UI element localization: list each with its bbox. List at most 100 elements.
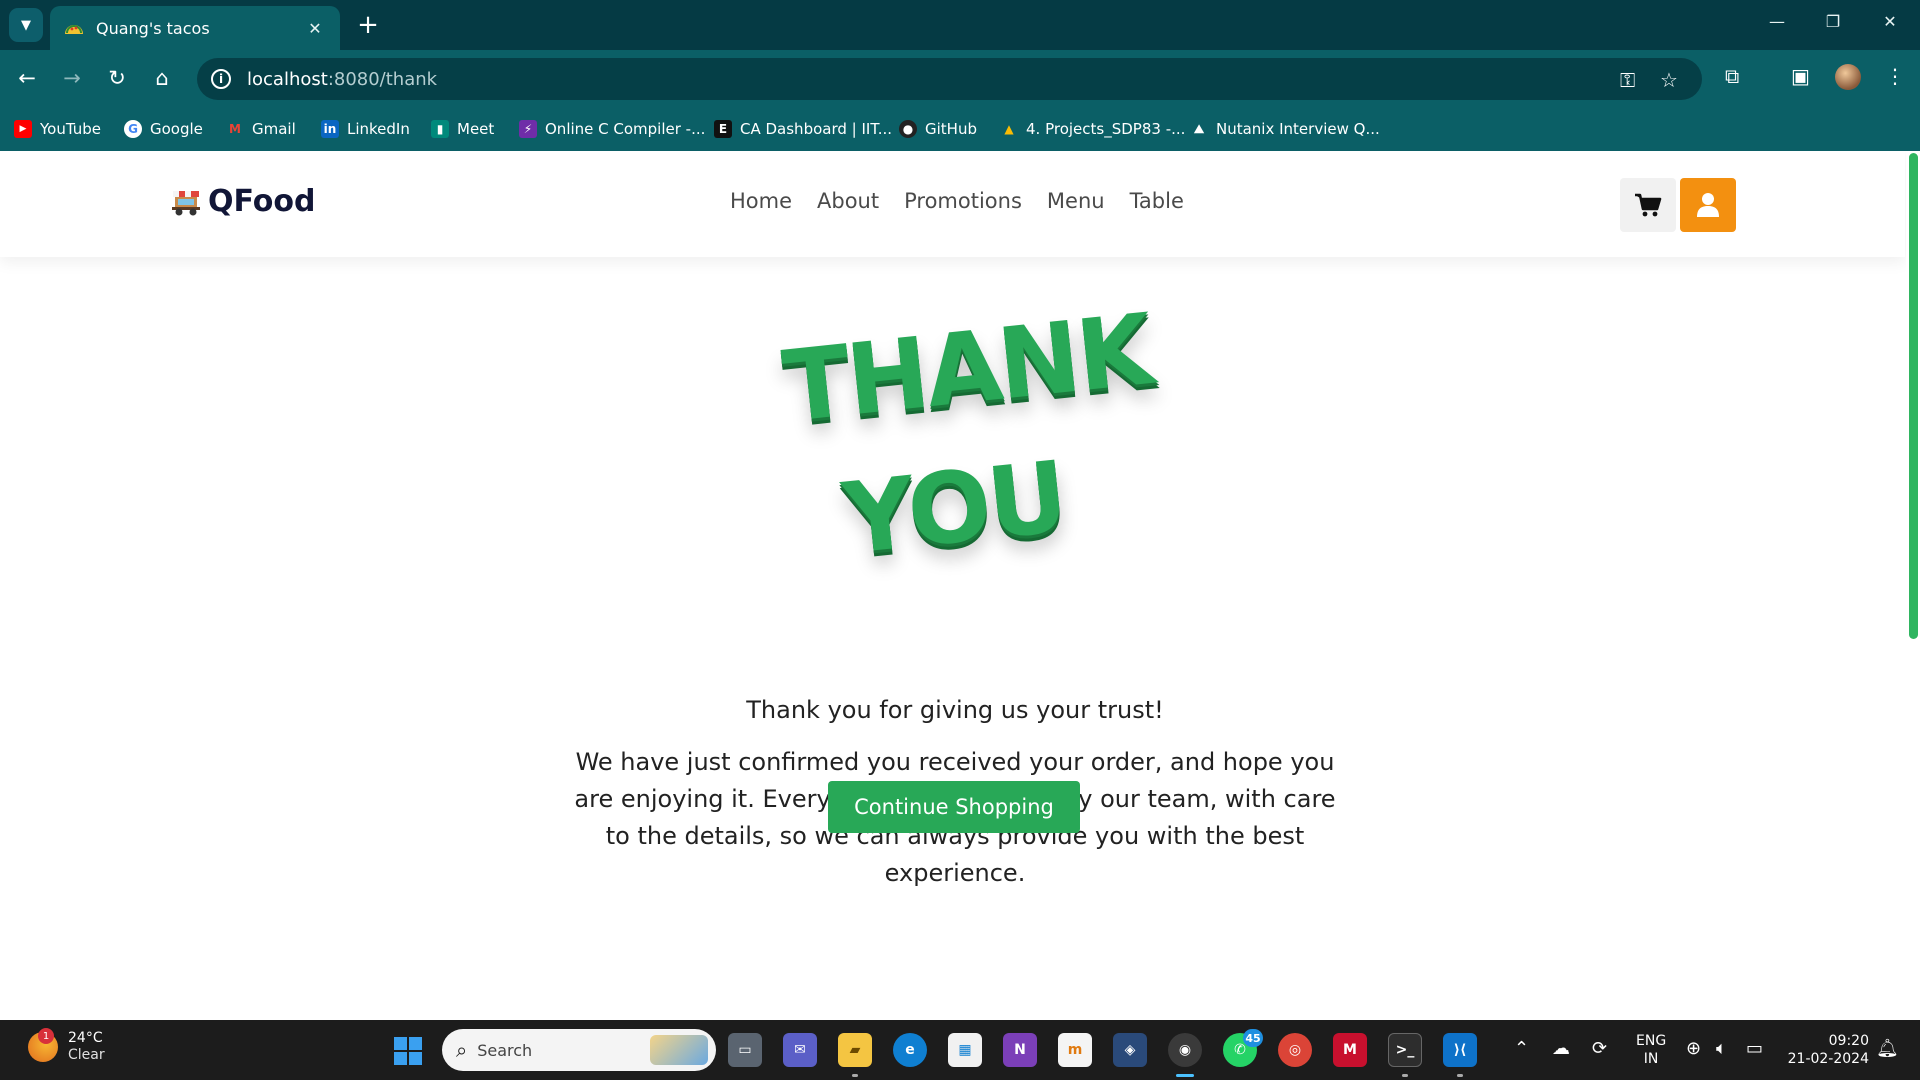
account-button[interactable] [1680, 178, 1736, 232]
whatsapp-icon[interactable]: ✆ 45 [1223, 1029, 1263, 1067]
teams-chat-icon[interactable]: ✉ [783, 1033, 817, 1067]
taskbar-search[interactable]: ⌕ Search [442, 1029, 716, 1071]
nav-promotions[interactable]: Promotions [904, 189, 1022, 213]
password-key-icon[interactable]: ⚿ [1620, 68, 1635, 92]
main-nav: Home About Promotions Menu Table [730, 189, 1184, 213]
sync-icon[interactable]: ⟳ [1592, 1038, 1607, 1059]
site-navbar: QFood Home About Promotions Menu Table [0, 151, 1905, 257]
bookmark-label: 4. Projects_SDP83 -... [1026, 120, 1186, 138]
dashboard-icon: E [714, 120, 732, 138]
bookmark-google[interactable]: G Google [124, 116, 203, 142]
nav-about[interactable]: About [817, 189, 879, 213]
side-panel-icon[interactable]: ▣ [1791, 64, 1810, 88]
task-view-icon[interactable]: ▭ [728, 1033, 762, 1067]
gmail-icon: M [229, 122, 241, 136]
profile-avatar[interactable] [1835, 64, 1861, 90]
drive-icon: ▲ [1004, 122, 1014, 136]
bookmark-label: YouTube [40, 120, 101, 138]
start-windows-icon[interactable] [394, 1037, 422, 1065]
home-icon[interactable]: ⌂ [147, 63, 177, 93]
volume-icon[interactable]: 🔈︎ [1716, 1038, 1727, 1059]
bookmark-gmail[interactable]: M Gmail [226, 116, 296, 142]
bookmark-projects-drive[interactable]: ▲ 4. Projects_SDP83 -... [1000, 116, 1185, 142]
onedrive-icon[interactable]: ☁ [1552, 1038, 1570, 1059]
user-icon [1697, 193, 1719, 217]
forward-arrow-icon[interactable]: → [57, 63, 87, 93]
thank-you-word-thank: THANK [778, 293, 1156, 445]
linkedin-icon: in [321, 120, 339, 138]
moodle-icon[interactable]: m [1058, 1033, 1092, 1067]
bookmark-label: Meet [457, 120, 495, 138]
nav-menu[interactable]: Menu [1047, 189, 1105, 213]
bookmark-youtube[interactable]: ▶ YouTube [14, 116, 101, 142]
language-indicator[interactable]: ENG IN [1636, 1032, 1666, 1068]
chevron-up-icon[interactable]: ⌃ [1514, 1038, 1529, 1059]
browser-tabstrip: ▼ Quang's tacos ✕ + — ❐ ✕ [0, 0, 1920, 50]
bookmark-meet[interactable]: ▮ Meet [431, 116, 494, 142]
scrollbar-thumb[interactable] [1909, 153, 1918, 639]
terminal-icon[interactable]: >_ [1388, 1033, 1422, 1067]
notification-bell-icon[interactable]: 🔔︎ [1876, 1038, 1899, 1059]
bookmark-star-icon[interactable]: ☆ [1660, 68, 1678, 92]
brand-logo[interactable]: QFood [170, 184, 315, 219]
bookmark-label: Google [150, 120, 203, 138]
close-window-icon[interactable]: ✕ [1875, 12, 1905, 31]
bookmark-label: LinkedIn [347, 120, 410, 138]
extensions-icon[interactable]: ⧉ [1725, 64, 1739, 88]
edge-browser-icon[interactable]: e [893, 1033, 927, 1067]
close-tab-icon[interactable]: ✕ [304, 19, 326, 38]
clock-date: 21-02-2024 [1787, 1051, 1869, 1067]
thank-you-word-you: YOU [838, 440, 1071, 577]
onenote-icon[interactable]: N [1003, 1033, 1037, 1067]
bookmark-github[interactable]: ● GitHub [899, 116, 977, 142]
bookmark-nutanix[interactable]: ⛰ Nutanix Interview Q... [1190, 116, 1380, 142]
google-icon: G [124, 120, 142, 138]
cart-button[interactable] [1620, 178, 1676, 232]
weather-widget[interactable]: 1 24°C Clear [28, 1028, 105, 1064]
menu-kebab-icon[interactable]: ⋮ [1885, 64, 1905, 88]
meet-icon: ▮ [431, 120, 449, 138]
region-code: IN [1643, 1051, 1659, 1067]
github-icon: ● [899, 120, 917, 138]
tab-search-button[interactable]: ▼ [9, 8, 43, 42]
bookmark-label: Nutanix Interview Q... [1216, 120, 1380, 138]
tab-title: Quang's tacos [96, 18, 210, 38]
site-info-icon[interactable]: i [211, 69, 231, 89]
vscode-icon[interactable]: ⟩⟨ [1443, 1033, 1477, 1067]
system-clock[interactable]: 09:20 21-02-2024 [1785, 1032, 1869, 1068]
page-viewport: QFood Home About Promotions Menu Table T… [0, 151, 1920, 1020]
bookmark-ca-dashboard[interactable]: E CA Dashboard | IIT... [714, 116, 892, 142]
bookmark-online-c-compiler[interactable]: ⚡ Online C Compiler -... [519, 116, 705, 142]
weather-condition: Clear [68, 1047, 105, 1063]
restore-icon[interactable]: ❐ [1818, 12, 1848, 31]
compiler-icon: ⚡ [519, 120, 537, 138]
nav-home[interactable]: Home [730, 189, 792, 213]
mcafee-icon[interactable]: M [1333, 1033, 1367, 1067]
nav-table[interactable]: Table [1130, 189, 1184, 213]
network-globe-icon[interactable]: ⊕ [1686, 1038, 1701, 1059]
chrome-profile-icon[interactable]: ◉ [1168, 1033, 1202, 1067]
reload-icon[interactable]: ↻ [102, 63, 132, 93]
browser-tab[interactable]: Quang's tacos ✕ [50, 6, 340, 50]
battery-icon[interactable]: ▭ [1746, 1038, 1763, 1059]
windows-taskbar: 1 24°C Clear ⌕ Search ▭ ✉ ▰ e ▦ N m ◈ ◉ … [0, 1020, 1920, 1080]
address-bar[interactable]: i localhost:8080/thank ⚿ ☆ [197, 58, 1702, 100]
moon-weather-icon: 1 [28, 1028, 58, 1062]
new-tab-button[interactable]: + [353, 10, 383, 40]
brand-name: QFood [208, 184, 316, 219]
file-explorer-icon[interactable]: ▰ [838, 1033, 872, 1067]
url-host: localhost [247, 68, 328, 90]
taco-favicon-icon [65, 25, 83, 34]
page-scrollbar[interactable] [1906, 151, 1920, 1020]
microsoft-store-icon[interactable]: ▦ [948, 1033, 982, 1067]
chrome-icon[interactable]: ◎ [1278, 1033, 1312, 1067]
continue-shopping-button[interactable]: Continue Shopping [828, 781, 1080, 833]
mysql-workbench-icon[interactable]: ◈ [1113, 1033, 1147, 1067]
minimize-icon[interactable]: — [1762, 12, 1792, 31]
bookmark-label: Online C Compiler -... [545, 120, 706, 138]
chevron-down-icon: ▼ [21, 17, 31, 33]
back-arrow-icon[interactable]: ← [12, 63, 42, 93]
bookmark-linkedin[interactable]: in LinkedIn [321, 116, 410, 142]
weather-badge: 1 [38, 1028, 54, 1044]
whatsapp-badge: 45 [1243, 1029, 1263, 1047]
